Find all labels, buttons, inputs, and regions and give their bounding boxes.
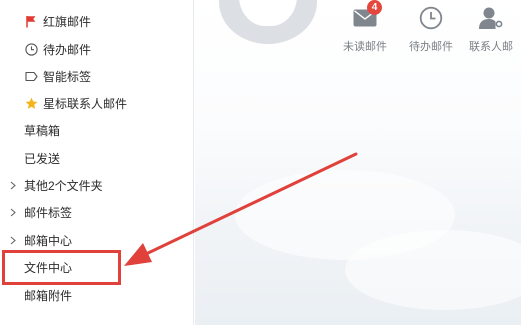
sidebar-item-other-folders[interactable]: 其他2个文件夹 bbox=[0, 172, 194, 199]
sidebar-item-label: 已发送 bbox=[24, 152, 61, 166]
contacts-mail-button[interactable]: 联系人邮 bbox=[461, 6, 521, 56]
clock-icon bbox=[419, 6, 443, 35]
unread-count-badge: 4 bbox=[367, 0, 382, 15]
chevron-right-icon[interactable] bbox=[9, 179, 17, 191]
sidebar-item-label: 邮箱附件 bbox=[24, 289, 73, 303]
unread-mail-label: 未读邮件 bbox=[343, 41, 387, 53]
star-icon bbox=[24, 97, 38, 111]
background-cloud bbox=[345, 230, 521, 310]
avatar[interactable] bbox=[219, 0, 317, 44]
sidebar-item-label: 邮箱中心 bbox=[24, 234, 73, 248]
main-panel: 4 未读邮件 待办邮件 联系人邮 bbox=[195, 0, 521, 325]
sidebar: 红旗邮件 待办邮件 智能标签 星标联系人邮件 草稿箱 已发送 其他2个文件夹 邮… bbox=[0, 0, 194, 325]
sidebar-item-sent[interactable]: 已发送 bbox=[0, 145, 194, 172]
sidebar-item-label: 待办邮件 bbox=[43, 43, 92, 57]
sidebar-item-label: 智能标签 bbox=[43, 70, 92, 84]
sidebar-item-drafts[interactable]: 草稿箱 bbox=[0, 117, 194, 144]
clock-icon bbox=[24, 43, 38, 57]
unread-mail-button[interactable]: 4 未读邮件 bbox=[335, 0, 395, 56]
sidebar-item-label: 其他2个文件夹 bbox=[24, 179, 103, 193]
sidebar-item-label: 红旗邮件 bbox=[43, 15, 92, 29]
tag-icon bbox=[24, 70, 38, 84]
sidebar-item-red-flag-mail[interactable]: 红旗邮件 bbox=[0, 8, 194, 35]
person-icon bbox=[478, 6, 504, 35]
todo-mail-label: 待办邮件 bbox=[409, 41, 453, 53]
contacts-mail-label: 联系人邮 bbox=[469, 41, 513, 53]
sidebar-item-label: 草稿箱 bbox=[24, 124, 61, 138]
avatar-placeholder bbox=[239, 0, 297, 26]
highlight-box bbox=[2, 250, 121, 285]
chevron-right-icon[interactable] bbox=[9, 206, 17, 218]
sidebar-item-mailbox-attachments[interactable]: 邮箱附件 bbox=[0, 282, 194, 309]
sidebar-item-todo-mail[interactable]: 待办邮件 bbox=[0, 36, 194, 63]
chevron-right-icon[interactable] bbox=[9, 234, 17, 246]
sidebar-item-smart-tags[interactable]: 智能标签 bbox=[0, 63, 194, 90]
sidebar-item-label: 邮件标签 bbox=[24, 206, 73, 220]
sidebar-item-mail-tags[interactable]: 邮件标签 bbox=[0, 199, 194, 226]
sidebar-item-starred-contacts[interactable]: 星标联系人邮件 bbox=[0, 90, 194, 117]
todo-mail-button[interactable]: 待办邮件 bbox=[401, 6, 461, 56]
sidebar-item-label: 星标联系人邮件 bbox=[43, 97, 128, 111]
red-flag-icon bbox=[24, 15, 38, 29]
